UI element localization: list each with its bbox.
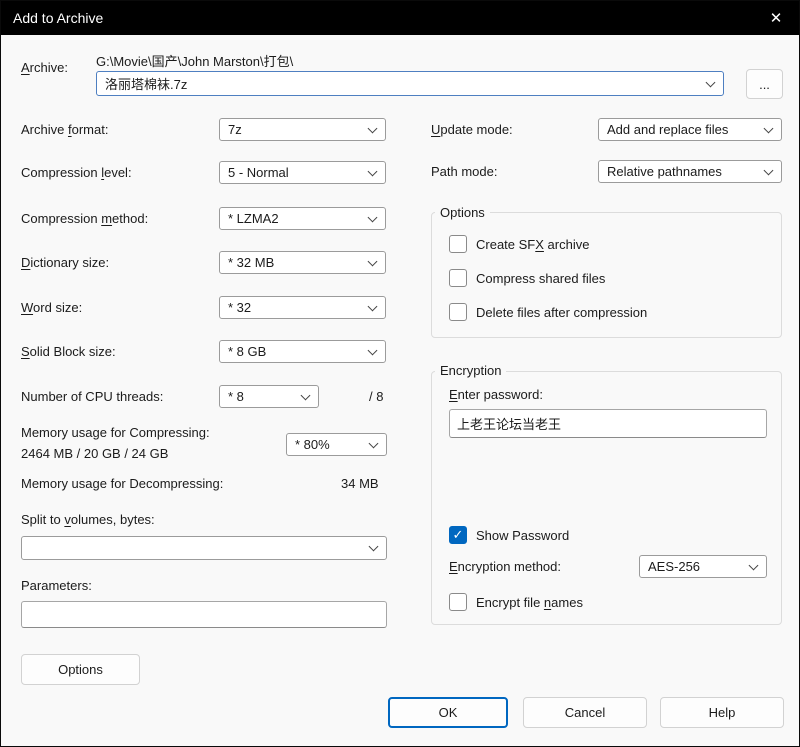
cpu-threads-select[interactable]: * 8 (219, 385, 319, 408)
split-volumes-combobox[interactable] (21, 536, 387, 560)
compression-level-select[interactable]: 5 - Normal (219, 161, 386, 184)
archive-label: Archive: (21, 60, 68, 75)
chevron-down-icon (763, 165, 774, 175)
check-icon: ✓ (452, 526, 464, 542)
archive-name-combobox[interactable] (96, 71, 724, 96)
chevron-down-icon (367, 166, 378, 176)
chevron-down-icon (368, 438, 379, 448)
add-to-archive-dialog: Add to Archive ✕ Archive: G:\Movie\国产\Jo… (0, 0, 800, 747)
encrypt-names-checkbox[interactable]: ✓ Encrypt file names (449, 593, 583, 611)
chevron-down-icon (763, 123, 774, 133)
word-size-select[interactable]: * 32 (219, 296, 386, 319)
chevron-down-icon (367, 345, 378, 355)
create-sfx-checkbox[interactable]: ✓ Create SFX archive (449, 235, 589, 253)
ok-button-label: OK (438, 705, 458, 720)
archive-format-value: 7z (228, 122, 242, 137)
create-sfx-label: Create SFX archive (476, 236, 590, 252)
close-icon: ✕ (769, 10, 783, 27)
cancel-button-label: Cancel (564, 705, 606, 720)
word-size-value: * 32 (228, 300, 252, 315)
chevron-down-icon (705, 77, 716, 87)
memory-compress-value: * 80% (295, 437, 330, 452)
encryption-group-title: Encryption (435, 363, 507, 378)
update-mode-value: Add and replace files (607, 122, 729, 137)
encryption-method-value: AES-256 (648, 559, 701, 574)
memory-decompress-value: 34 MB (341, 476, 379, 491)
dictionary-size-label: Dictionary size: (21, 255, 110, 270)
encryption-method-label: Encryption method: (449, 559, 562, 574)
encryption-method-select[interactable]: AES-256 (639, 555, 767, 578)
compress-shared-checkbox[interactable]: ✓ Compress shared files (449, 269, 605, 287)
help-button[interactable]: Help (660, 697, 784, 728)
memory-compress-select[interactable]: * 80% (286, 433, 387, 456)
archive-folder-path: G:\Movie\国产\John Marston\打包\ (96, 54, 294, 69)
chevron-down-icon (300, 390, 311, 400)
checkbox-box: ✓ (449, 526, 467, 544)
chevron-down-icon (368, 541, 379, 552)
archive-name-input[interactable] (103, 76, 699, 91)
checkbox-box: ✓ (449, 269, 467, 287)
show-password-label: Show Password (476, 527, 570, 543)
path-mode-label: Path mode: (431, 164, 498, 179)
checkbox-box: ✓ (449, 303, 467, 321)
window-title: Add to Archive (13, 10, 104, 26)
help-button-label: Help (708, 705, 736, 720)
enter-password-label: Enter password: (449, 387, 543, 402)
compression-level-label: Compression level: (21, 165, 132, 180)
split-volumes-label: Split to volumes, bytes: (21, 512, 155, 527)
options-button-label: Options (58, 662, 103, 677)
parameters-label: Parameters: (21, 578, 92, 593)
path-mode-value: Relative pathnames (607, 164, 722, 179)
compression-method-label: Compression method: (21, 211, 149, 226)
parameters-input[interactable] (21, 601, 387, 628)
cancel-button[interactable]: Cancel (523, 697, 647, 728)
chevron-down-icon (367, 212, 378, 222)
memory-compress-label: Memory usage for Compressing: (21, 425, 210, 440)
password-input[interactable] (449, 409, 767, 438)
chevron-down-icon (367, 256, 378, 266)
update-mode-label: Update mode: (431, 122, 513, 137)
cpu-threads-value: * 8 (228, 389, 244, 404)
chevron-down-icon (367, 123, 378, 133)
split-volumes-input[interactable] (28, 540, 362, 556)
compression-method-select[interactable]: * LZMA2 (219, 207, 386, 230)
encrypt-names-label: Encrypt file names (476, 594, 583, 610)
memory-compress-detail: 2464 MB / 20 GB / 24 GB (21, 446, 169, 461)
memory-decompress-label: Memory usage for Decompressing: (21, 476, 224, 491)
chevron-down-icon (367, 301, 378, 311)
update-mode-select[interactable]: Add and replace files (598, 118, 782, 141)
browse-button[interactable]: ... (746, 69, 783, 99)
ok-button[interactable]: OK (388, 697, 508, 728)
solid-block-size-select[interactable]: * 8 GB (219, 340, 386, 363)
path-mode-select[interactable]: Relative pathnames (598, 160, 782, 183)
solid-block-size-value: * 8 GB (228, 344, 267, 359)
close-button[interactable]: ✕ (753, 1, 799, 35)
options-group-title: Options (435, 205, 490, 220)
archive-format-label: Archive format: (21, 122, 109, 137)
compress-shared-label: Compress shared files (476, 270, 606, 286)
word-size-label: Word size: (21, 300, 83, 315)
compression-level-value: 5 - Normal (228, 165, 289, 180)
show-password-checkbox[interactable]: ✓ Show Password (449, 526, 569, 544)
browse-button-label: ... (759, 76, 770, 92)
delete-files-checkbox[interactable]: ✓ Delete files after compression (449, 303, 647, 321)
checkbox-box: ✓ (449, 235, 467, 253)
compression-method-value: * LZMA2 (228, 211, 279, 226)
cpu-threads-label: Number of CPU threads: (21, 389, 164, 404)
delete-files-label: Delete files after compression (476, 304, 648, 320)
dictionary-size-value: * 32 MB (228, 255, 275, 270)
dictionary-size-select[interactable]: * 32 MB (219, 251, 386, 274)
archive-format-select[interactable]: 7z (219, 118, 386, 141)
title-bar: Add to Archive ✕ (1, 1, 799, 35)
solid-block-size-label: Solid Block size: (21, 344, 116, 359)
checkbox-box: ✓ (449, 593, 467, 611)
chevron-down-icon (748, 560, 759, 570)
cpu-threads-max: / 8 (369, 389, 384, 404)
options-button[interactable]: Options (21, 654, 140, 685)
